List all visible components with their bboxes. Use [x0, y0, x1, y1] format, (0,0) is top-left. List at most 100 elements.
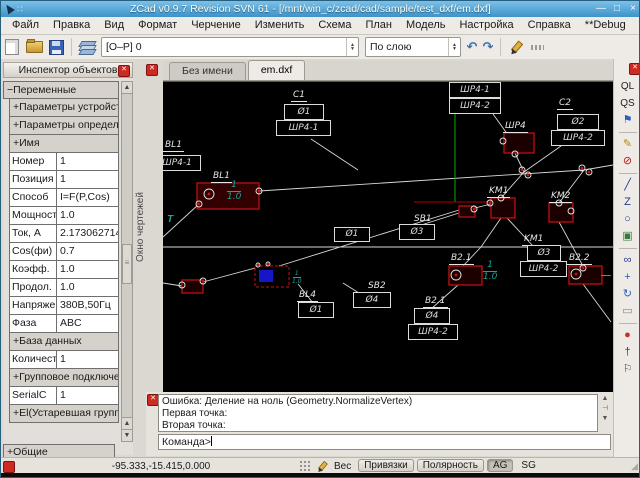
inspector-close-icon[interactable]: ✕ — [118, 65, 130, 77]
color-combo-spinner[interactable]: ▲▼ — [448, 38, 460, 56]
inspector-group-row[interactable]: +Имя — [9, 135, 119, 153]
scroll-down-icon[interactable]: ▼ — [122, 429, 132, 441]
menu-item-1[interactable]: Файл — [5, 17, 46, 34]
command-history[interactable]: Ошибка: Деление на ноль (Geometry.Normal… — [158, 394, 598, 432]
menu-item-7[interactable]: Схема — [311, 17, 358, 34]
property-value[interactable]: 1 — [57, 171, 118, 188]
scrollbar-thumb[interactable]: ≡ — [122, 244, 132, 284]
property-value[interactable]: 1.0 — [57, 207, 118, 224]
layers-button[interactable] — [78, 38, 96, 56]
tab-em-dxf[interactable]: em.dxf — [248, 60, 306, 80]
inspector-property-row[interactable]: SerialC1 — [9, 387, 119, 405]
property-value[interactable]: 2.1730627145895 — [57, 225, 118, 242]
dock-close-icon[interactable]: ✕ — [146, 64, 158, 76]
draw-polyline-icon[interactable]: Z — [617, 194, 639, 211]
open-file-button[interactable] — [25, 38, 43, 56]
scroll-up-icon[interactable]: ▲ — [122, 417, 132, 429]
layer-combo-spinner[interactable]: ▲▼ — [346, 38, 358, 56]
grid-icon[interactable] — [299, 460, 311, 472]
point-icon[interactable]: † — [617, 344, 639, 361]
undo-button[interactable]: ↶ — [464, 39, 480, 55]
inspector-group-row[interactable]: +Параметры определения — [9, 117, 119, 135]
flag2-icon[interactable]: ⚐ — [617, 361, 639, 378]
menu-item-9[interactable]: Модель — [399, 17, 452, 34]
clone-icon[interactable]: ∞ — [617, 252, 639, 269]
flag-icon[interactable]: ⚑ — [617, 112, 639, 129]
inspector-property-row[interactable]: СпособI=F(P,Cos) — [9, 189, 119, 207]
inspector-group-row[interactable]: −Переменные — [3, 81, 119, 99]
inspector-property-row[interactable]: Позиция1 — [9, 171, 119, 189]
menu-item-6[interactable]: Изменить — [248, 17, 312, 34]
command-history-scrollbar[interactable]: ▲ ⊣ ▼ — [599, 394, 611, 432]
rotate-icon[interactable]: ↻ — [617, 286, 639, 303]
save-file-button[interactable] — [47, 38, 65, 56]
minimize-button[interactable]: — — [593, 1, 609, 17]
inspector-property-row[interactable]: Продол.1.0 — [9, 279, 119, 297]
window-menu-icon[interactable]: ∷ — [17, 4, 24, 15]
inspector-group-row[interactable]: +База данных — [9, 333, 119, 351]
maximize-button[interactable]: □ — [609, 1, 625, 17]
property-value[interactable]: I=F(P,Cos) — [57, 189, 118, 206]
menu-item-11[interactable]: Справка — [521, 17, 578, 34]
scroll-grip-icon[interactable]: ⊣ — [599, 404, 611, 414]
inspector-group-row[interactable]: +Параметры устройства — [9, 99, 119, 117]
menu-item-13[interactable]: **БД Чертежа — [633, 17, 640, 34]
layer-combo[interactable]: [O–P] 0 ▲▼ — [101, 37, 359, 57]
resize-grip-icon[interactable]: ◢ — [631, 461, 638, 472]
property-key: Позиция — [10, 171, 57, 188]
drawing-canvas[interactable]: C1ШР4C2BL1BL1ШР4KM1KM2SB1KM1B2.1B2.2B2.1… — [163, 81, 613, 393]
scroll-up-icon[interactable]: ▲ — [122, 82, 132, 94]
inspector-property-row[interactable]: Номер1 — [9, 153, 119, 171]
property-value[interactable]: 0.7 — [57, 243, 118, 260]
inspector-scrollbar[interactable]: ▲ ≡ ▲ ▼ — [121, 81, 133, 442]
inspector-property-row[interactable]: Мощность1.0 — [9, 207, 119, 225]
property-value[interactable]: 1 — [57, 351, 118, 368]
scroll-down-icon[interactable]: ▼ — [599, 414, 611, 424]
right-toolbar-close-icon[interactable]: ✕ — [629, 63, 640, 75]
forbid-icon[interactable]: ⊘ — [617, 153, 639, 170]
draw-circle-icon[interactable]: ○ — [617, 211, 639, 228]
inspector-property-row[interactable]: Cos(фи)0.7 — [9, 243, 119, 261]
inspector-property-row[interactable]: ФазаABC — [9, 315, 119, 333]
draw-line-icon[interactable]: ╱ — [617, 177, 639, 194]
inspector-group-row[interactable]: +El(Устаревшая группа) — [9, 405, 119, 423]
quick-line-button[interactable]: QL — [617, 78, 639, 95]
new-file-button[interactable] — [3, 38, 21, 56]
inspector-property-row[interactable]: Количество1 — [9, 351, 119, 369]
blocks-icon[interactable]: ▣ — [617, 228, 639, 245]
inspector-property-row[interactable]: Напряжение380В,50Гц — [9, 297, 119, 315]
sg-toggle-button[interactable]: SG — [516, 460, 540, 471]
property-value[interactable]: 380В,50Гц — [57, 297, 118, 314]
menu-item-10[interactable]: Настройка — [452, 17, 520, 34]
erase-icon[interactable]: ● — [617, 327, 639, 344]
inspector-group-row[interactable]: +Групповое подключение — [9, 369, 119, 387]
close-button[interactable]: × — [625, 1, 640, 17]
ag-toggle-button[interactable]: AG — [487, 459, 513, 472]
property-value[interactable]: 1 — [57, 387, 118, 404]
command-input[interactable]: Команда> — [158, 434, 611, 450]
menu-item-3[interactable]: Вид — [97, 17, 131, 34]
inspector-property-row[interactable]: Коэфф.1.0 — [9, 261, 119, 279]
привязки-toggle-button[interactable]: Привязки — [358, 459, 414, 472]
menu-item-12[interactable]: **Debug — [578, 17, 633, 34]
move-icon[interactable]: + — [617, 269, 639, 286]
property-value[interactable]: 1 — [57, 153, 118, 170]
inspector-property-row[interactable]: Ток, А2.1730627145895 — [9, 225, 119, 243]
tab--[interactable]: Без имени — [169, 62, 246, 80]
menu-item-2[interactable]: Правка — [46, 17, 97, 34]
property-value[interactable]: 1.0 — [57, 261, 118, 278]
menu-item-4[interactable]: Формат — [131, 17, 184, 34]
redo-button[interactable]: ↷ — [480, 39, 496, 55]
property-value[interactable]: 1.0 — [57, 279, 118, 296]
quick-select-button[interactable]: QS — [617, 95, 639, 112]
menu-item-8[interactable]: План — [358, 17, 399, 34]
property-value[interactable]: ABC — [57, 315, 118, 332]
color-combo[interactable]: По слою ▲▼ — [365, 37, 461, 57]
lineweight-pen-icon[interactable] — [317, 460, 329, 472]
полярность-toggle-button[interactable]: Полярность — [417, 459, 484, 472]
draw-pen-button[interactable] — [507, 38, 525, 56]
edit-copy-icon[interactable]: ✎ — [617, 136, 639, 153]
scroll-up-icon[interactable]: ▲ — [599, 394, 611, 404]
rect-icon[interactable]: ▭ — [617, 303, 639, 320]
menu-item-5[interactable]: Черчение — [184, 17, 248, 34]
